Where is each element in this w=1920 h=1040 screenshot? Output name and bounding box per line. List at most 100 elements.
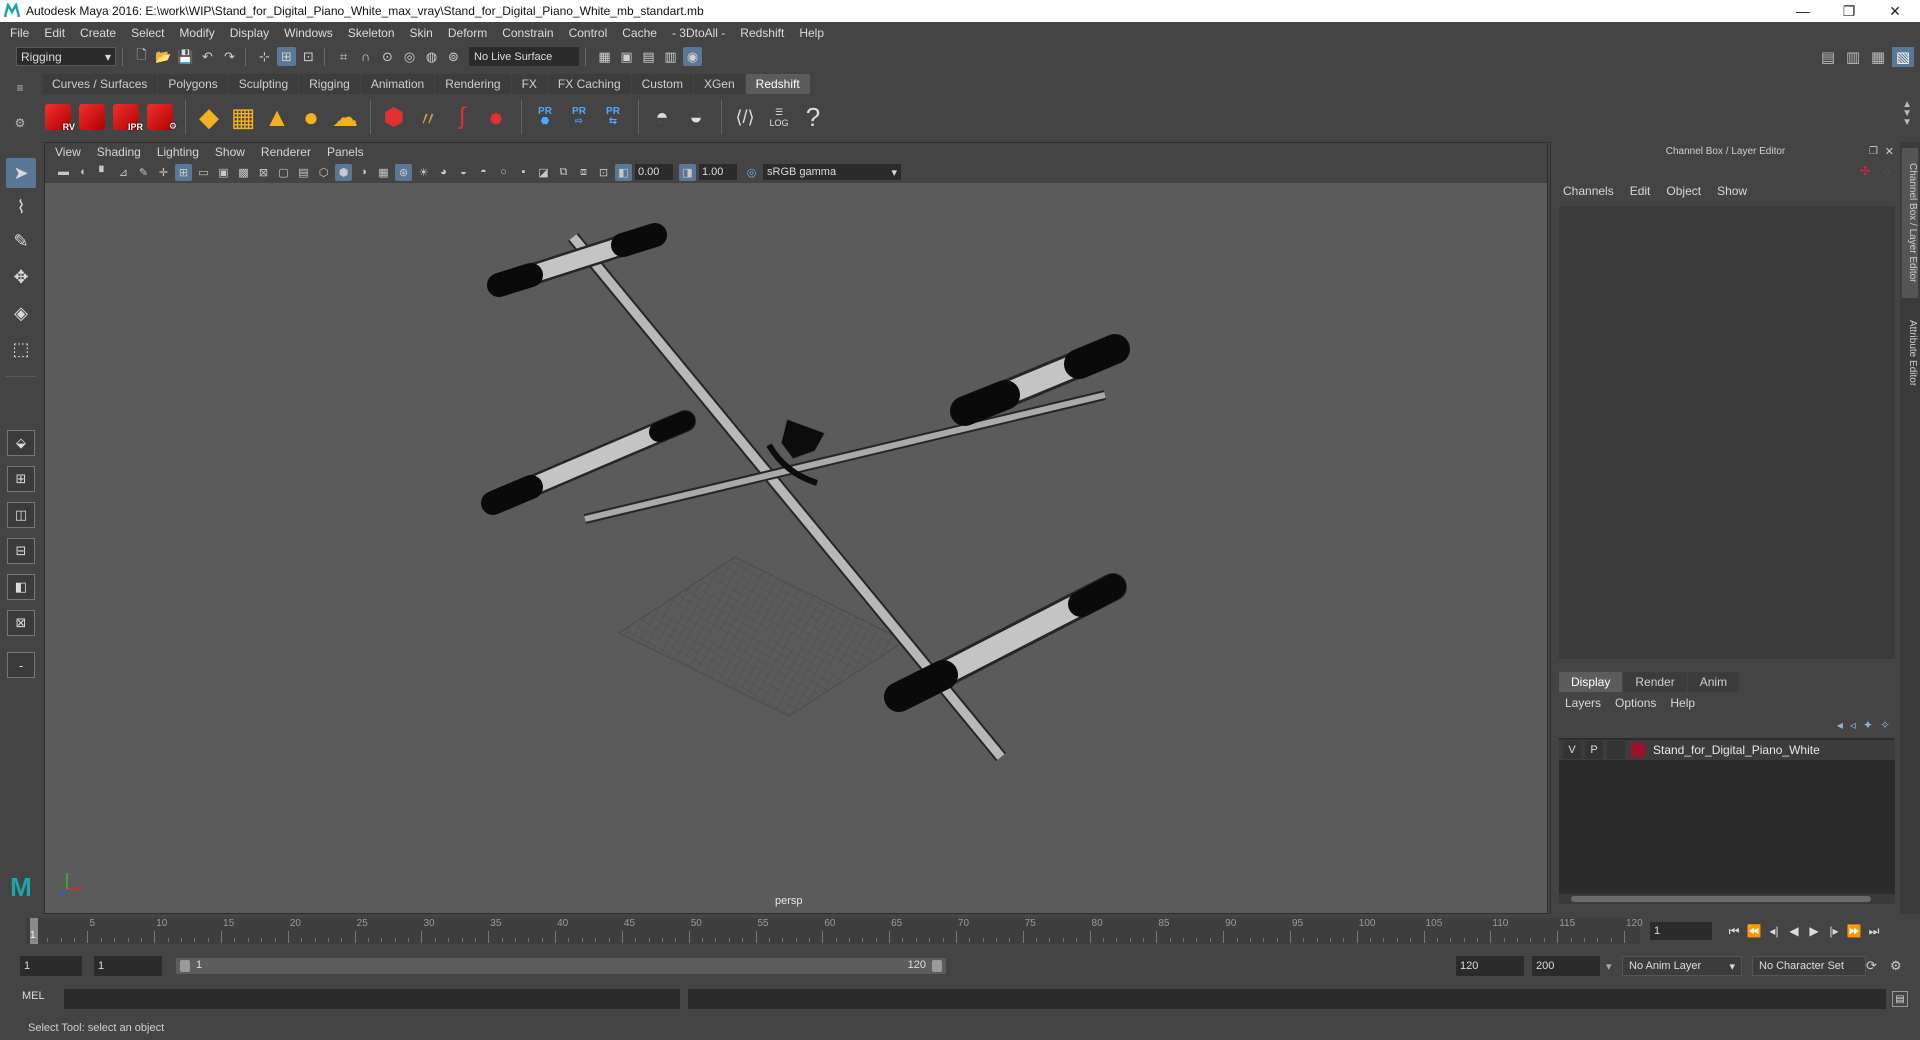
shelf-tab-rendering[interactable]: Rendering (435, 74, 511, 94)
shelf-tab-fx[interactable]: FX (511, 74, 547, 94)
animation-start-field[interactable]: 1 (20, 956, 82, 976)
layer-visibility-toggle[interactable]: V (1563, 741, 1581, 759)
undo-icon[interactable]: ↶ (198, 47, 217, 66)
channel-box-menu-show[interactable]: Show (1717, 184, 1747, 198)
redshift-pr-object-icon[interactable]: PR ⬣ (529, 99, 561, 135)
image-plane-icon[interactable]: ⊿ (115, 164, 132, 181)
command-input[interactable] (64, 989, 680, 1009)
screen-space-ao-icon[interactable]: ◒ (455, 164, 472, 181)
scale-tool-icon[interactable]: ⬚ (6, 334, 36, 364)
xray-active-icon[interactable]: ⧈ (575, 164, 592, 181)
film-gate-icon[interactable]: ▭ (195, 164, 212, 181)
shelf-tab-sculpting[interactable]: Sculpting (228, 74, 299, 94)
lasso-tool-icon[interactable]: ⌇ (6, 192, 36, 222)
camera-select-icon[interactable]: ▬ (55, 164, 72, 181)
select-component-icon[interactable]: ⊡ (299, 47, 318, 66)
viewport-menu-lighting[interactable]: Lighting (157, 145, 199, 159)
close-panel-icon[interactable]: ✕ (1885, 145, 1894, 158)
menu-file[interactable]: File (10, 26, 29, 40)
live-surface-field[interactable]: No Live Surface (469, 47, 579, 66)
more-layouts-icon[interactable]: - (7, 652, 35, 678)
redshift-sphere-icon[interactable]: ● (480, 99, 512, 135)
lock-icon[interactable]: ◌ (1883, 164, 1890, 178)
snap-view-plane-icon[interactable]: ◎ (400, 47, 419, 66)
menu-set-dropdown[interactable]: Rigging ▾ (16, 47, 116, 66)
open-scene-icon[interactable]: 📂 (154, 47, 173, 66)
gate-mask-icon[interactable]: ▩ (235, 164, 252, 181)
shelf-tab-animation[interactable]: Animation (360, 74, 435, 94)
menu-edit[interactable]: Edit (44, 26, 65, 40)
channel-box-menu-channels[interactable]: Channels (1563, 184, 1614, 198)
isolate-select-icon[interactable]: ◪ (535, 164, 552, 181)
four-view-layout-icon[interactable]: ⊞ (7, 466, 35, 492)
shelf-tab-curves-surfaces[interactable]: Curves / Surfaces (42, 74, 158, 94)
wireframe-icon[interactable]: ⬡ (315, 164, 332, 181)
redshift-hair-icon[interactable]: 〃 (412, 99, 444, 135)
redshift-rect-light-icon[interactable]: ◆ (193, 99, 225, 135)
shelf-tab-xgen[interactable]: XGen (693, 74, 745, 94)
single-perspective-layout-icon[interactable]: ⬙ (7, 430, 35, 456)
script-language-label[interactable]: MEL (22, 990, 45, 1002)
wireframe-on-shaded-icon[interactable]: ◑ (355, 164, 372, 181)
persp-graph-layout-icon[interactable]: ◧ (7, 574, 35, 600)
rotate-tool-icon[interactable]: ◈ (6, 298, 36, 328)
tab-anim[interactable]: Anim (1687, 672, 1740, 692)
smooth-shade-icon[interactable]: ⬢ (335, 163, 352, 181)
layer-color-swatch[interactable] (1631, 743, 1645, 757)
xray-icon[interactable]: ⧉ (555, 164, 572, 181)
2d-pan-zoom-icon[interactable]: ✛ (155, 164, 172, 181)
chevron-down-icon[interactable]: ▾ (1606, 960, 1612, 973)
select-object-icon[interactable]: ⊞ (277, 47, 296, 66)
ipr-render-icon[interactable]: ▤ (639, 47, 658, 66)
time-slider[interactable]: 1 5 10 15 20 25 30 35 40 45 50 55 60 65 70 75 80 85 90 95 1… (20, 916, 1643, 946)
tab-render[interactable]: Render (1623, 672, 1687, 692)
range-bar[interactable]: 1 120 (176, 958, 946, 974)
viewport-menu-shading[interactable]: Shading (97, 145, 141, 159)
redshift-material-assign-icon[interactable]: ◒ (680, 99, 712, 135)
resolution-gate-icon[interactable]: ▣ (215, 164, 232, 181)
redshift-script-icon[interactable]: ⟨/⟩ (729, 99, 761, 135)
go-to-start-icon[interactable]: ⏮ (1724, 924, 1744, 939)
use-default-material-icon[interactable]: ⊛ (395, 163, 412, 181)
menu-cache[interactable]: Cache (622, 26, 657, 40)
step-forward-frame-icon[interactable]: ⏩ (1844, 924, 1864, 938)
menu-constrain[interactable]: Constrain (502, 26, 553, 40)
range-end-handle[interactable] (932, 960, 942, 972)
tab-display[interactable]: Display (1559, 672, 1623, 692)
minimize-button[interactable]: — (1780, 0, 1826, 22)
view-transform-dropdown[interactable]: sRGB gamma ▾ (763, 164, 901, 180)
side-tab-attribute-editor[interactable]: Attribute Editor (1902, 308, 1918, 398)
menu-windows[interactable]: Windows (284, 26, 333, 40)
manipulator-icon[interactable]: ✣ (1860, 164, 1870, 178)
redshift-proxy-icon[interactable]: ⬢ (378, 99, 410, 135)
textured-icon[interactable]: ▦ (375, 164, 392, 181)
grid-icon[interactable]: ⊞ (175, 163, 192, 181)
animation-preferences-icon[interactable]: ⚙ (1890, 958, 1902, 974)
animation-end-field[interactable]: 200 (1532, 956, 1600, 976)
menu-redshift[interactable]: Redshift (740, 26, 784, 40)
redshift-portal-light-icon[interactable]: ▦ (227, 99, 259, 135)
channel-box-menu-object[interactable]: Object (1666, 184, 1701, 198)
redo-icon[interactable]: ↷ (220, 47, 239, 66)
redshift-material-icon[interactable]: ◓ (646, 99, 678, 135)
safe-action-icon[interactable]: ▢ (275, 164, 292, 181)
layer-menu-layers[interactable]: Layers (1565, 696, 1601, 710)
channel-box-toggle-icon[interactable]: ▧ (1892, 46, 1914, 67)
redshift-sun-light-icon[interactable]: ☁ (329, 99, 361, 135)
render-frame-icon[interactable]: ▣ (617, 47, 636, 66)
gamma-field[interactable]: 1.00 (699, 164, 737, 180)
menu-help[interactable]: Help (799, 26, 824, 40)
move-tool-icon[interactable]: ✥ (6, 262, 36, 292)
menu-deform[interactable]: Deform (448, 26, 487, 40)
two-pane-layout-icon[interactable]: ◫ (7, 502, 35, 528)
viewport-menu-panels[interactable]: Panels (327, 145, 364, 159)
paint-select-tool-icon[interactable]: ✎ (6, 226, 36, 256)
layer-display-type[interactable] (1607, 741, 1625, 759)
channel-box-menu-edit[interactable]: Edit (1630, 184, 1651, 198)
redshift-ipr-icon[interactable]: IPR (110, 99, 143, 135)
exposure-icon[interactable]: ◧ (615, 163, 632, 181)
new-scene-icon[interactable]: 🗋 (132, 47, 151, 66)
redshift-curve-icon[interactable]: ∫ (446, 99, 478, 135)
redshift-render-settings-icon[interactable]: ⚙ (144, 99, 177, 135)
hypershade-layout-icon[interactable]: ⊠ (7, 610, 35, 636)
